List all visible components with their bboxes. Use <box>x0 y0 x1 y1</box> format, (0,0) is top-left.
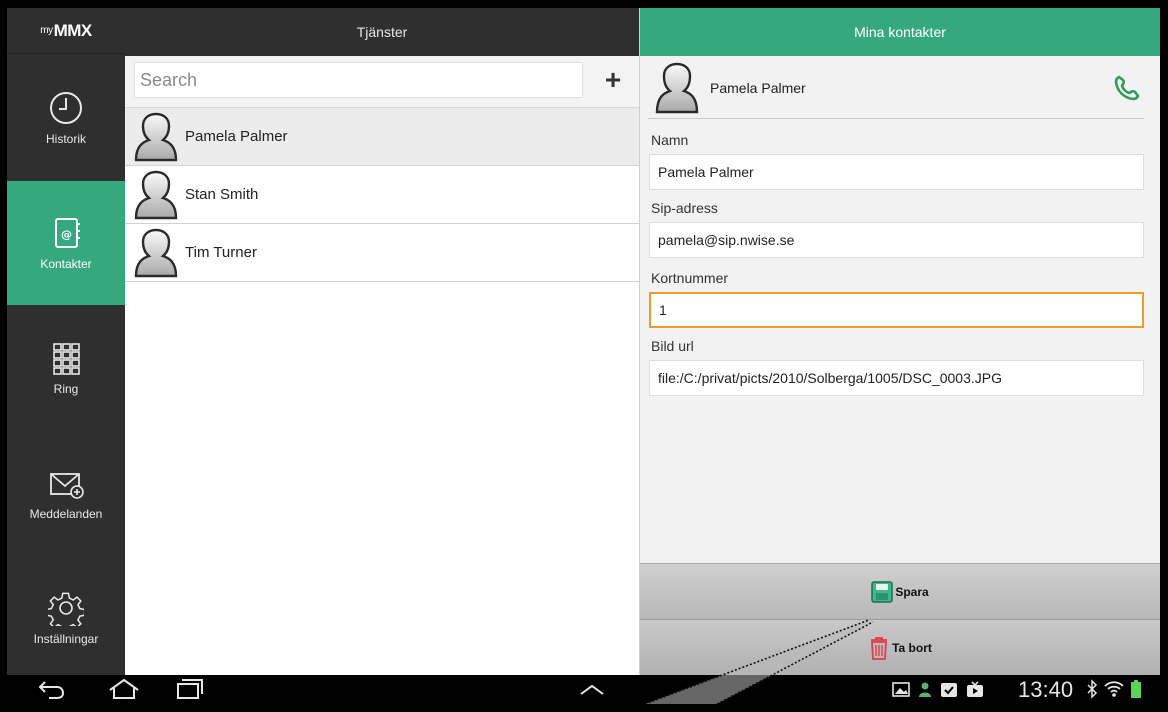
clock-icon <box>50 92 82 124</box>
sidebar: my MMX Historik @ Kontakter Ring Meddela… <box>7 8 125 675</box>
contact-header-name: Pamela Palmer <box>710 80 806 96</box>
contact-notification-icon <box>919 682 931 697</box>
avatar-icon <box>134 228 178 277</box>
save-label: Spara <box>895 584 929 599</box>
image-url-label: Bild url <box>651 338 694 354</box>
task-notification-icon <box>941 683 957 697</box>
details-title: Mina kontakter <box>640 8 1160 56</box>
list-item-tim-turner[interactable]: Tim Turner <box>125 224 639 282</box>
sidebar-item-label: Kontakter <box>40 257 92 271</box>
avatar-icon <box>655 62 699 114</box>
save-icon <box>871 580 894 603</box>
sidebar-item-installningar[interactable]: Inställningar <box>7 556 125 680</box>
add-contact-button[interactable]: + <box>595 62 631 98</box>
recent-apps-icon[interactable] <box>173 678 207 700</box>
sidebar-item-meddelanden[interactable]: Meddelanden <box>7 431 125 555</box>
sidebar-item-label: Inställningar <box>33 632 99 646</box>
search-bar: + <box>125 56 639 108</box>
sidebar-item-label: Historik <box>45 132 86 146</box>
contact-name: Stan Smith <box>185 186 259 203</box>
sidebar-item-historik[interactable]: Historik <box>7 56 125 180</box>
sidebar-item-ring[interactable]: Ring <box>7 306 125 430</box>
home-icon[interactable] <box>107 678 141 700</box>
app-window: my MMX Historik @ Kontakter Ring Meddela… <box>7 8 1160 704</box>
trash-icon <box>871 636 888 660</box>
logo-prefix: my <box>40 25 53 36</box>
short-number-label: Kortnummer <box>651 270 729 286</box>
delete-button[interactable]: Ta bort <box>640 619 1160 675</box>
wifi-icon <box>1104 681 1124 697</box>
save-button[interactable]: Spara <box>640 563 1160 619</box>
avatar-icon <box>134 112 178 161</box>
contact-header: Pamela Palmer <box>640 56 1160 118</box>
battery-icon <box>1131 680 1141 698</box>
phone-icon[interactable] <box>1113 74 1141 102</box>
logo-main: MMX <box>53 20 93 40</box>
gallery-notification-icon <box>892 682 910 697</box>
avatar-icon <box>134 170 178 219</box>
delete-label: Ta bort <box>892 640 932 655</box>
dialpad-icon <box>53 343 80 375</box>
sidebar-item-label: Meddelanden <box>29 507 103 521</box>
list-item-pamela-palmer[interactable]: Pamela Palmer <box>125 108 639 166</box>
search-input[interactable] <box>134 62 583 98</box>
name-label: Namn <box>651 132 689 148</box>
name-field[interactable] <box>649 154 1144 190</box>
sip-address-field[interactable] <box>649 222 1144 258</box>
chevron-up-icon[interactable] <box>577 678 607 700</box>
bluetooth-icon <box>1087 679 1098 699</box>
services-title: Tjänster <box>125 8 639 56</box>
contact-details-panel: Mina kontakter Pamela Palmer Namn Sip-ad… <box>640 8 1160 675</box>
media-notification-icon <box>967 681 983 697</box>
sip-address-label: Sip-adress <box>651 200 718 216</box>
contact-name: Tim Turner <box>185 244 257 261</box>
sidebar-item-kontakter[interactable]: @ Kontakter <box>7 181 125 305</box>
image-url-field[interactable] <box>649 360 1144 396</box>
envelope-icon <box>50 473 84 499</box>
sidebar-item-label: Ring <box>53 382 79 396</box>
gear-icon <box>48 592 84 626</box>
services-panel: Tjänster + Pamela Palmer Stan Smith T <box>125 8 640 675</box>
list-item-stan-smith[interactable]: Stan Smith <box>125 166 639 224</box>
svg-text:@: @ <box>61 228 72 241</box>
app-logo: my MMX <box>7 8 125 54</box>
short-number-field[interactable] <box>649 292 1144 328</box>
address-book-icon: @ <box>55 218 80 248</box>
contact-name: Pamela Palmer <box>185 128 288 145</box>
back-icon[interactable] <box>37 678 67 700</box>
status-clock: 13:40 <box>1018 677 1074 702</box>
system-navigation-bar: 13:40 <box>7 675 1160 704</box>
divider <box>648 118 1144 119</box>
